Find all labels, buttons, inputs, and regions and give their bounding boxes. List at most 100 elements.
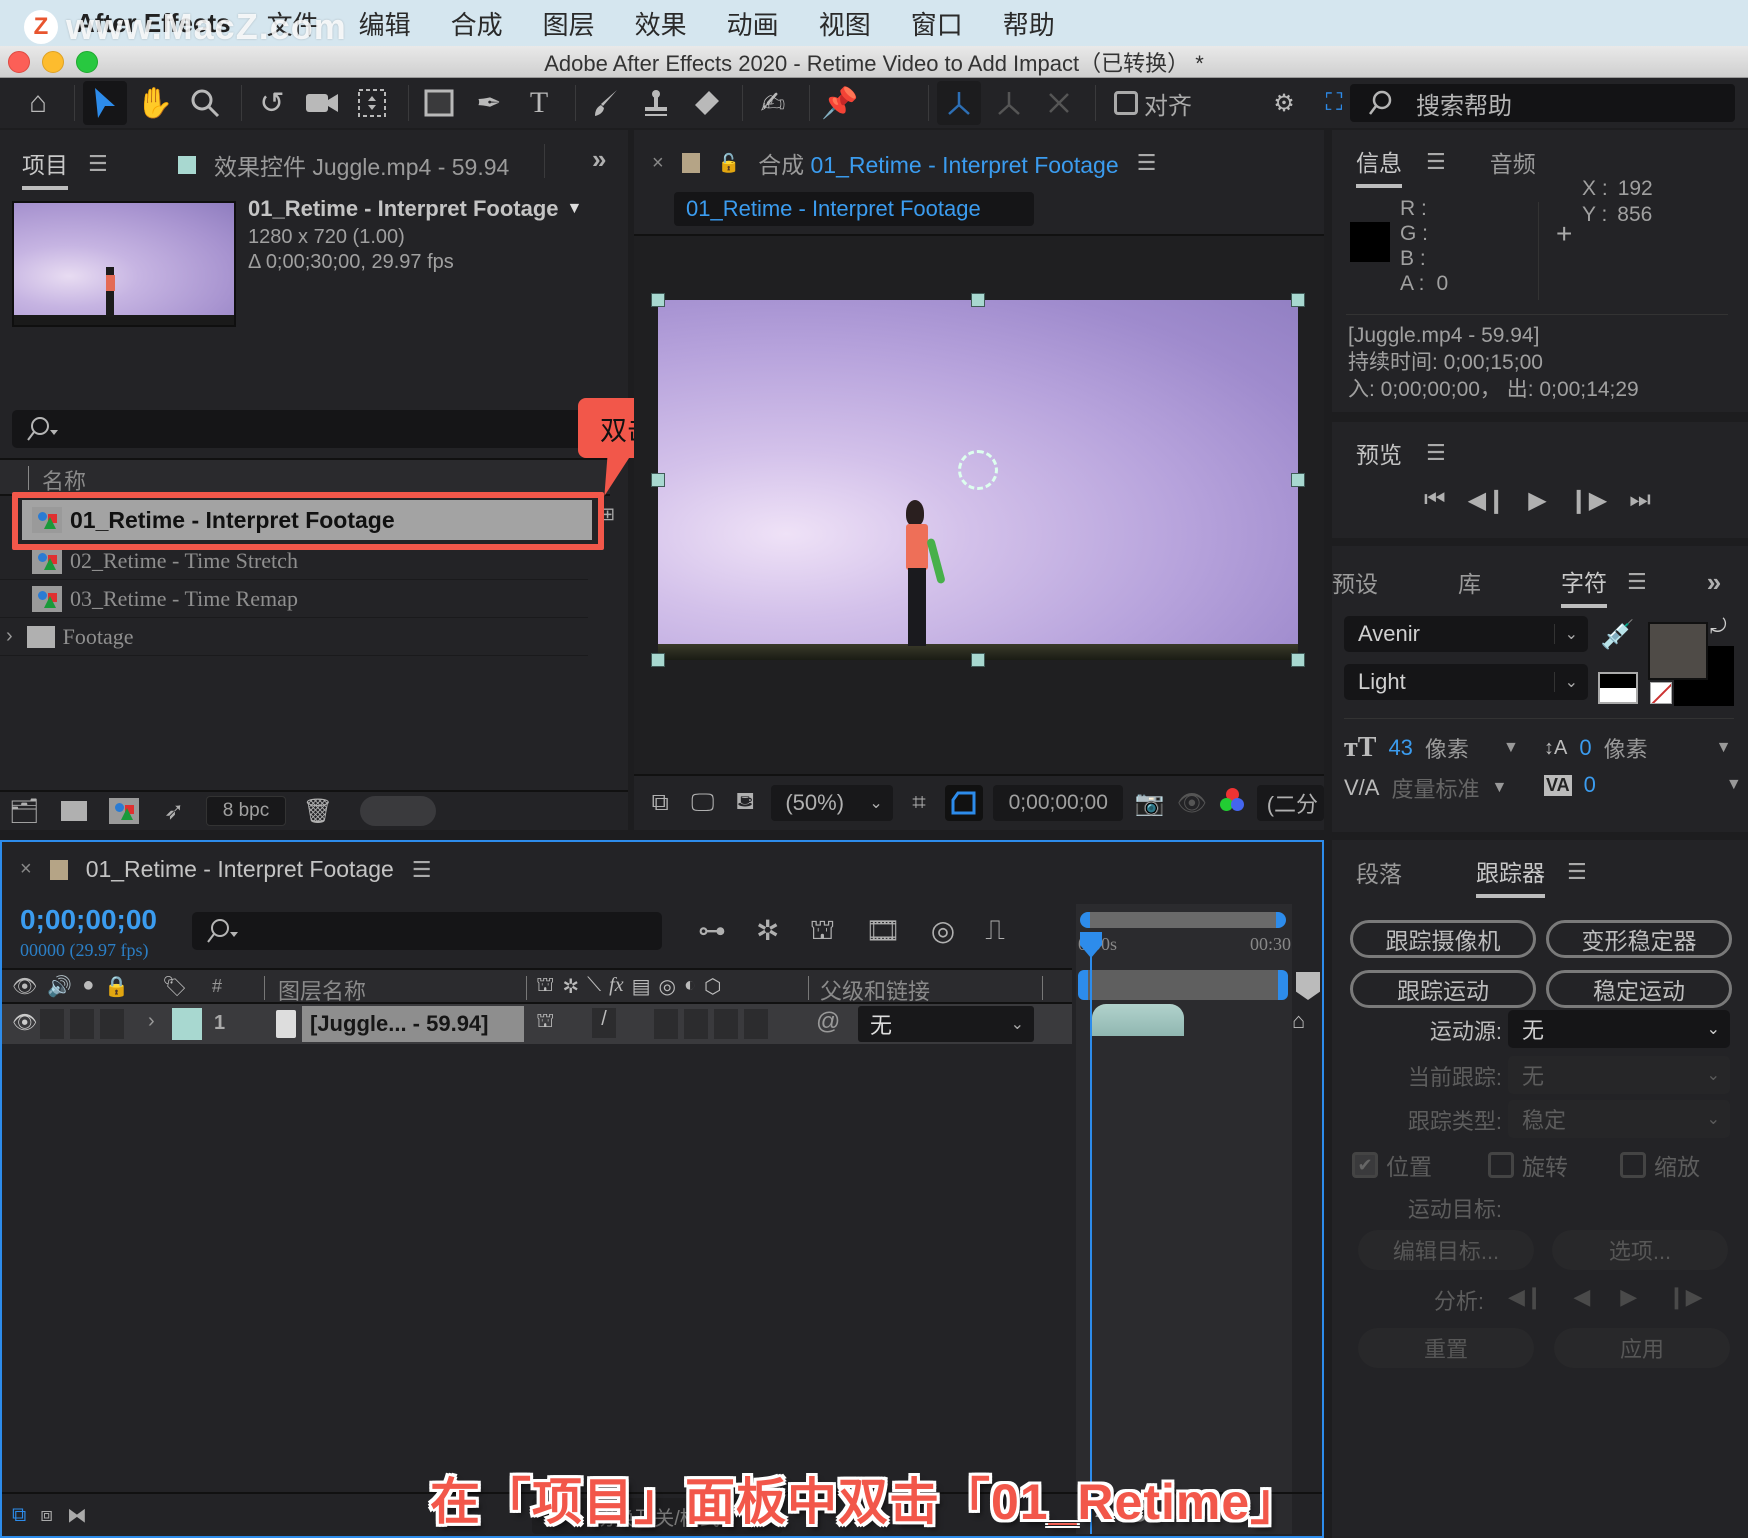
scale-checkbox[interactable]: 缩放	[1620, 1148, 1700, 1182]
shy-layers-icon[interactable]: ⛫	[809, 914, 835, 950]
position-checkbox[interactable]: ✔ 位置	[1352, 1148, 1432, 1182]
align-checkbox[interactable]: 对齐	[1114, 86, 1192, 121]
motion-blur-switch-icon[interactable]: ◎	[659, 974, 676, 999]
zoom-tool-icon[interactable]	[183, 81, 227, 125]
video-visibility-icon[interactable]: 👁	[12, 974, 37, 999]
layer-lock-switch[interactable]	[100, 1009, 124, 1039]
display-icon[interactable]: 🖵	[686, 789, 718, 817]
selection-tool-icon[interactable]	[83, 81, 127, 125]
track-type-select[interactable]: 稳定 ⌄	[1508, 1100, 1730, 1138]
transform-handle[interactable]	[1291, 653, 1305, 667]
warp-stabilizer-button[interactable]: 变形稳定器	[1546, 920, 1732, 958]
layer-label-color[interactable]	[172, 1008, 202, 1040]
layer-audio-switch[interactable]	[40, 1009, 64, 1039]
font-family-select[interactable]: Avenir ⌄	[1344, 616, 1588, 652]
font-size-dropdown-icon[interactable]: ▼	[1503, 739, 1519, 757]
project-search-input[interactable]	[12, 410, 612, 448]
project-panel-menu-icon[interactable]: ☰	[88, 151, 108, 177]
expand-chevron-icon[interactable]: ›	[6, 625, 13, 648]
swap-colors-icon[interactable]: ⤾	[1710, 616, 1727, 639]
thumbnail-size-slider[interactable]	[360, 796, 436, 826]
grid-guides-icon[interactable]: ⌗	[903, 789, 935, 817]
tab-tracker[interactable]: 跟踪器	[1476, 854, 1545, 898]
pick-whip-icon[interactable]: @	[816, 1008, 840, 1036]
help-search-input[interactable]: 搜索帮助	[1350, 84, 1735, 122]
tracking-dropdown-icon[interactable]: ▼	[1726, 776, 1742, 794]
timeline-panel-menu-icon[interactable]: ☰	[412, 857, 432, 883]
align-checkbox-box[interactable]	[1114, 91, 1138, 115]
tab-project[interactable]: 项目	[22, 146, 68, 190]
layer-quality-switch[interactable]: /	[592, 1008, 616, 1038]
panel-overflow-icon[interactable]: »	[1707, 567, 1721, 598]
scale-checkbox-box[interactable]	[1620, 1152, 1646, 1178]
show-snapshot-icon[interactable]: 👁	[1176, 789, 1208, 818]
kerning-dropdown-icon[interactable]: ▼	[1491, 779, 1507, 797]
composition-viewer[interactable]	[634, 234, 1324, 774]
transform-handle[interactable]	[651, 473, 665, 487]
tab-presets[interactable]: 预设	[1332, 565, 1378, 599]
modes-pane-icon[interactable]: ⧈	[40, 1504, 53, 1527]
layer-switch[interactable]	[684, 1009, 708, 1039]
layer-solo-switch[interactable]	[70, 1009, 94, 1039]
mask-visibility-icon[interactable]: ⛾	[729, 788, 761, 818]
time-navigator[interactable]	[1080, 912, 1286, 928]
no-fill-swatch[interactable]	[1650, 682, 1672, 704]
comp-timecode-field[interactable]: 0;00;00;00	[993, 785, 1124, 821]
layer-switch[interactable]	[744, 1009, 768, 1039]
tab-effect-controls[interactable]: 效果控件 Juggle.mp4 - 59.94	[214, 148, 509, 182]
parent-select[interactable]: 无 ⌄	[858, 1006, 1034, 1042]
transform-handle[interactable]	[971, 293, 985, 307]
analyze-forward-icon[interactable]: ▶	[1620, 1284, 1637, 1310]
menu-view[interactable]: 视图	[819, 5, 871, 42]
rotation-checkbox[interactable]: 旋转	[1488, 1148, 1568, 1182]
composition-breadcrumb[interactable]: 01_Retime - Interpret Footage	[674, 192, 1034, 226]
transform-handle[interactable]	[651, 293, 665, 307]
roto-brush-tool-icon[interactable]: ✍	[751, 81, 795, 125]
tab-library[interactable]: 库	[1458, 565, 1481, 599]
frame-blending-icon[interactable]: 🎞	[865, 914, 901, 950]
transform-handle[interactable]	[651, 653, 665, 667]
menu-edit[interactable]: 编辑	[359, 5, 411, 42]
menu-animation[interactable]: 动画	[727, 5, 779, 42]
close-window-button[interactable]	[8, 51, 30, 73]
rotation-checkbox-box[interactable]	[1488, 1152, 1514, 1178]
options-button[interactable]: 选项...	[1552, 1230, 1728, 1270]
lock-icon[interactable]: 🔓	[718, 153, 740, 174]
motion-blur-icon[interactable]: ◎	[931, 914, 955, 950]
layer-marker-icon[interactable]: ⌂	[1292, 1008, 1305, 1034]
last-frame-icon[interactable]: ⏭	[1629, 486, 1651, 515]
minimize-window-button[interactable]	[42, 51, 64, 73]
tab-info[interactable]: 信息	[1356, 144, 1402, 188]
timeline-layer-row[interactable]: 👁 › 1 [Juggle... - 59.94] ⛫ / @ 无 ⌄	[2, 1004, 1072, 1044]
tab-composition[interactable]: 合成 01_Retime - Interpret Footage	[758, 146, 1119, 180]
track-motion-button[interactable]: 跟踪运动	[1350, 970, 1536, 1008]
anchor-point-icon[interactable]	[958, 450, 998, 490]
motion-source-select[interactable]: 无 ⌄	[1508, 1010, 1730, 1048]
apply-button[interactable]: 应用	[1554, 1328, 1730, 1368]
composition-frame-image[interactable]	[658, 300, 1298, 660]
close-tab-icon[interactable]: ×	[20, 858, 32, 881]
tab-paragraph[interactable]: 段落	[1356, 855, 1402, 889]
fill-color-swatch[interactable]	[1648, 622, 1708, 680]
leading-value[interactable]: 0	[1579, 735, 1591, 761]
layer-name[interactable]: [Juggle... - 59.94]	[302, 1006, 524, 1042]
new-composition-icon[interactable]	[106, 797, 142, 825]
frame-blend-switch-icon[interactable]: ▤	[632, 974, 651, 999]
current-track-select[interactable]: 无 ⌄	[1508, 1056, 1730, 1094]
timeline-graph-area[interactable]: 0:00s 00:30	[1076, 904, 1292, 1534]
effect-switch-icon[interactable]: fx	[609, 974, 623, 999]
transform-handle[interactable]	[971, 653, 985, 667]
tracker-panel-menu-icon[interactable]: ☰	[1567, 859, 1587, 885]
leading-dropdown-icon[interactable]: ▼	[1716, 739, 1732, 757]
eraser-tool-icon[interactable]	[684, 81, 728, 125]
hand-tool-icon[interactable]: ✋	[133, 81, 177, 125]
column-parent-link[interactable]: 父级和链接	[820, 974, 930, 1006]
puppet-pin-tool-icon[interactable]: 📌	[818, 81, 862, 125]
draft-3d-icon[interactable]: ✲	[756, 914, 779, 950]
composition-panel-menu-icon[interactable]: ☰	[1137, 150, 1157, 176]
analyze-backward-icon[interactable]: ◀	[1573, 1284, 1590, 1310]
comp-flowchart-icon[interactable]: ⊶	[698, 914, 726, 950]
menu-layer[interactable]: 图层	[543, 5, 595, 42]
comp-marker-bin-icon[interactable]	[1296, 972, 1320, 1000]
kerning-value[interactable]: 度量标准	[1391, 772, 1479, 804]
